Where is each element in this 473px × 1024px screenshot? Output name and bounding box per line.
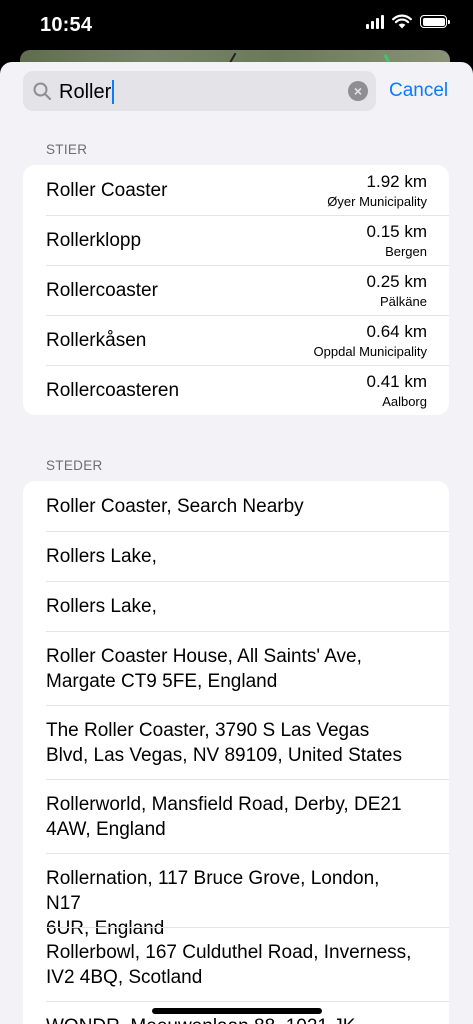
place-line: Rollernation, 117 Bruce Grove, London, N… bbox=[46, 868, 380, 914]
trail-region: Øyer Municipality bbox=[327, 194, 427, 209]
trail-name: Rollercoasteren bbox=[46, 380, 180, 401]
place-row[interactable]: Rollerworld, Mansfield Road, Derby, DE21… bbox=[23, 779, 449, 853]
trail-distance: 0.15 km bbox=[366, 222, 427, 241]
search-icon bbox=[33, 82, 52, 101]
place-row[interactable]: The Roller Coaster, 3790 S Las Vegas Blv… bbox=[23, 705, 449, 779]
trail-name: Roller Coaster bbox=[46, 180, 168, 201]
trail-distance: 0.64 km bbox=[366, 322, 427, 341]
place-line: 4AW, England bbox=[46, 819, 166, 840]
place-row[interactable]: Roller Coaster House, All Saints' Ave, M… bbox=[23, 631, 449, 705]
place-row[interactable]: Rollernation, 117 Bruce Grove, London, N… bbox=[23, 853, 449, 939]
trail-name: Rollercoaster bbox=[46, 280, 158, 301]
trail-row[interactable]: Rollercoasteren 0.41 km Aalborg bbox=[23, 365, 449, 415]
place-row[interactable]: Rollers Lake, bbox=[23, 581, 449, 631]
trail-row[interactable]: Rollerkåsen 0.64 km Oppdal Municipality bbox=[23, 315, 449, 365]
clear-search-icon[interactable]: × bbox=[348, 81, 368, 101]
place-line: Margate CT9 5FE, England bbox=[46, 671, 278, 692]
trail-distance: 0.25 km bbox=[366, 272, 427, 291]
cellular-signal-icon bbox=[366, 14, 384, 29]
place-line: Blvd, Las Vegas, NV 89109, United States bbox=[46, 745, 402, 766]
search-row: Roller × Cancel bbox=[23, 71, 453, 111]
home-indicator[interactable] bbox=[152, 1008, 322, 1014]
place-row[interactable]: Rollerbowl, 167 Culduthel Road, Invernes… bbox=[23, 927, 449, 1001]
place-line: Rollerworld, Mansfield Road, Derby, DE21 bbox=[46, 794, 402, 815]
search-sheet: Roller × Cancel STIER Roller Coaster 1.9… bbox=[0, 62, 473, 1024]
status-icons bbox=[366, 14, 450, 29]
trail-row[interactable]: Rollercoaster 0.25 km Pälkäne bbox=[23, 265, 449, 315]
place-line: WONDR, Meeuwenlaan 88, 1021 JK bbox=[46, 1014, 419, 1024]
search-input[interactable]: Roller × bbox=[23, 71, 376, 111]
status-bar: 10:54 bbox=[0, 0, 473, 52]
place-line: IV2 4BQ, Scotland bbox=[46, 967, 203, 988]
trail-region: Pälkäne bbox=[380, 294, 427, 309]
trail-region: Aalborg bbox=[382, 394, 427, 409]
trail-row[interactable]: Rollerklopp 0.15 km Bergen bbox=[23, 215, 449, 265]
place-line: Rollerbowl, 167 Culduthel Road, Invernes… bbox=[46, 942, 412, 963]
place-row[interactable]: Rollers Lake, bbox=[23, 531, 449, 581]
search-query[interactable]: Roller bbox=[59, 80, 115, 104]
place-line: Roller Coaster House, All Saints' Ave, bbox=[46, 646, 362, 667]
battery-icon bbox=[420, 15, 450, 28]
place-line: Rollers Lake, bbox=[46, 546, 157, 567]
trail-distance: 1.92 km bbox=[366, 172, 427, 191]
section-header-trails: STIER bbox=[46, 142, 88, 157]
place-row[interactable]: Roller Coaster, Search Nearby bbox=[23, 481, 449, 531]
text-caret bbox=[112, 80, 115, 104]
trail-region: Bergen bbox=[385, 244, 427, 259]
place-line: The Roller Coaster, 3790 S Las Vegas bbox=[46, 720, 370, 741]
trail-distance: 0.41 km bbox=[366, 372, 427, 391]
trails-list: Roller Coaster 1.92 km Øyer Municipality… bbox=[23, 165, 449, 415]
place-line: Rollers Lake, bbox=[46, 596, 157, 617]
section-header-places: STEDER bbox=[46, 458, 103, 473]
wifi-icon bbox=[392, 14, 412, 29]
place-line: Roller Coaster, Search Nearby bbox=[46, 496, 304, 517]
trail-region: Oppdal Municipality bbox=[313, 344, 427, 359]
trail-name: Rollerklopp bbox=[46, 230, 142, 251]
cancel-button[interactable]: Cancel bbox=[389, 80, 448, 102]
places-list: Roller Coaster, Search Nearby Rollers La… bbox=[23, 481, 449, 1024]
trail-name: Rollerkåsen bbox=[46, 330, 147, 351]
trail-row[interactable]: Roller Coaster 1.92 km Øyer Municipality bbox=[23, 165, 449, 215]
status-time: 10:54 bbox=[40, 14, 93, 36]
